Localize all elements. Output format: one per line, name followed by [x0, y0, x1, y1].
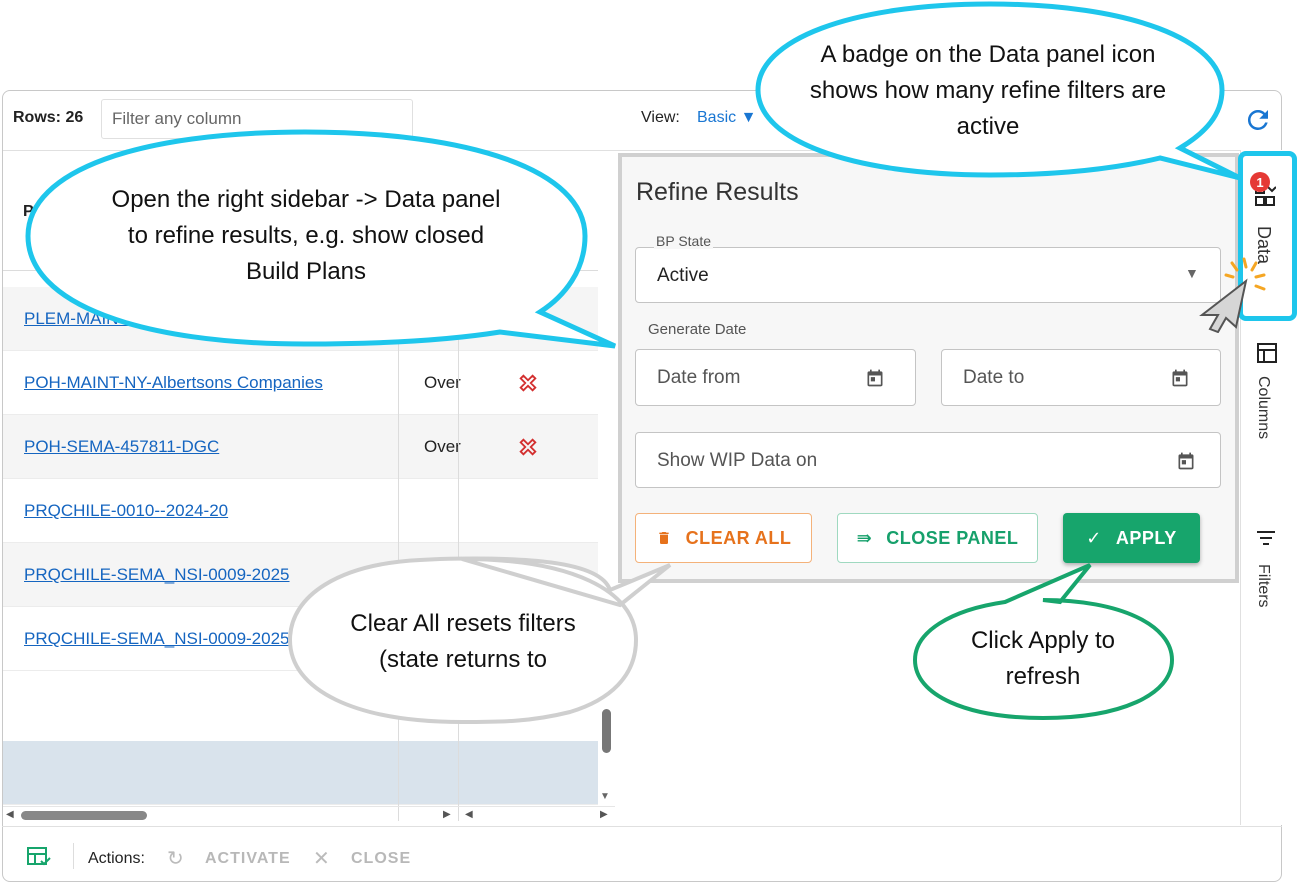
horizontal-scrollbar[interactable]: ◀ ▶ ◀ ▶ [3, 806, 615, 822]
table-row[interactable]: PRQCHILE-0010--2024-20 [3, 479, 598, 543]
click-cursor-icon [1199, 257, 1266, 333]
panel-title: Refine Results [636, 178, 799, 206]
scroll-left-arrow-icon[interactable]: ◀ [6, 809, 14, 820]
row-name-link[interactable]: POH-MAINT-NY-Albertsons Companies [24, 373, 323, 393]
clear-all-button[interactable]: CLEAR ALL [635, 513, 812, 563]
wip-date-placeholder: Show WIP Data on [657, 450, 818, 471]
sidebar-callout-text: Open the right sidebar -> Data panel to … [111, 186, 501, 285]
bp-state-label: BP State [654, 233, 714, 249]
close-x-icon: ✕ [313, 848, 330, 870]
view-label: View: [641, 109, 680, 126]
trash-icon [658, 532, 669, 544]
view-select[interactable]: Basic ▼ [697, 109, 756, 127]
caret-down-icon: ▼ [1185, 265, 1199, 281]
apply-label: APPLY [1115, 527, 1177, 548]
filter-count-badge: 1 [1250, 172, 1270, 192]
activate-button[interactable]: ACTIVATE [205, 850, 291, 868]
badge-callout-text: A badge on the Data panel icon shows how… [809, 41, 1167, 140]
table-check-icon[interactable] [27, 847, 51, 867]
closed-x-icon [519, 310, 537, 328]
refresh-icon[interactable] [1243, 105, 1273, 135]
close-button[interactable]: CLOSE [351, 850, 411, 868]
calendar-icon[interactable] [865, 368, 885, 388]
bp-state-value: Active [657, 265, 709, 286]
table-row[interactable]: PRQCHILE-SEMA_NSI-0009-2025 [3, 543, 598, 607]
generate-date-label: Generate Date [648, 321, 747, 338]
row-name-link[interactable]: PLEM-MAINT--2024-18 [24, 309, 202, 329]
actions-label: Actions: [88, 850, 145, 867]
close-panel-icon: ⇛ [856, 527, 873, 548]
date-to-placeholder: Date to [963, 367, 1025, 388]
bp-state-select[interactable]: Active ▼ [635, 247, 1221, 303]
tab-columns[interactable]: Columns [1254, 376, 1272, 439]
scroll-down-arrow-icon[interactable]: ▼ [600, 791, 610, 802]
row-name-link[interactable]: PRQCHILE-SEMA_NSI-0009-2025-89 [24, 629, 314, 649]
row-name-link[interactable]: POH-SEMA-457811-DGC [24, 437, 219, 457]
scroll-right-arrow-icon[interactable]: ▶ [443, 809, 451, 820]
table-row-selected[interactable] [3, 741, 598, 805]
clear-callout-text: Clear All resets filters (state returns … [350, 610, 576, 673]
scroll-left-arrow-icon[interactable]: ◀ [465, 809, 473, 820]
tab-filters[interactable]: Filters [1254, 564, 1272, 608]
filter-lines-icon [1257, 531, 1275, 545]
date-to-field[interactable]: Date to [941, 349, 1221, 406]
close-panel-label: CLOSE PANEL [886, 527, 1019, 548]
row-name-link[interactable]: PRQCHILE-0010--2024-20 [24, 501, 228, 521]
row-cell: Over [424, 437, 461, 456]
check-icon: ✓ [1086, 527, 1102, 548]
closed-x-icon [519, 374, 537, 392]
wip-date-field[interactable]: Show WIP Data on [635, 432, 1221, 488]
activate-icon: ↻ [167, 848, 184, 870]
table-row[interactable]: POH-MAINT-NY-Albertsons Companies Over [3, 351, 598, 415]
calendar-icon[interactable] [1176, 451, 1196, 471]
column-header-name[interactable]: P [23, 203, 34, 221]
close-panel-button[interactable]: ⇛ CLOSE PANEL [837, 513, 1038, 563]
scroll-right-arrow-icon[interactable]: ▶ [600, 809, 608, 820]
footer-divider [73, 843, 74, 869]
row-name-link[interactable]: PRQCHILE-SEMA_NSI-0009-2025 [24, 565, 290, 585]
footer-actions-bar: Actions: ↻ ACTIVATE ✕ CLOSE [2, 826, 1282, 882]
table-row[interactable]: PLEM-MAINT--2024-18 2024 [3, 287, 598, 351]
date-from-field[interactable]: Date from [635, 349, 916, 406]
rows-count: Rows: 26 [13, 109, 84, 126]
apply-button[interactable]: ✓ APPLY [1063, 513, 1200, 563]
filter-input[interactable] [101, 99, 413, 139]
vertical-scrollbar[interactable] [602, 709, 611, 753]
caret-down-icon: ▼ [740, 109, 757, 126]
table-row[interactable]: POH-SEMA-457811-DGC Over [3, 415, 598, 479]
date-from-placeholder: Date from [657, 367, 741, 388]
horizontal-scroll-thumb[interactable] [21, 811, 147, 820]
calendar-icon[interactable] [1170, 368, 1190, 388]
row-cell: Over [424, 373, 461, 392]
row-cell: 2024 [424, 309, 461, 328]
columns-icon [1257, 343, 1277, 363]
clear-all-label: CLEAR ALL [685, 527, 792, 548]
view-select-value: Basic [697, 109, 737, 126]
closed-x-icon [519, 438, 537, 456]
apply-callout-text: Click Apply to refresh [970, 627, 1116, 690]
